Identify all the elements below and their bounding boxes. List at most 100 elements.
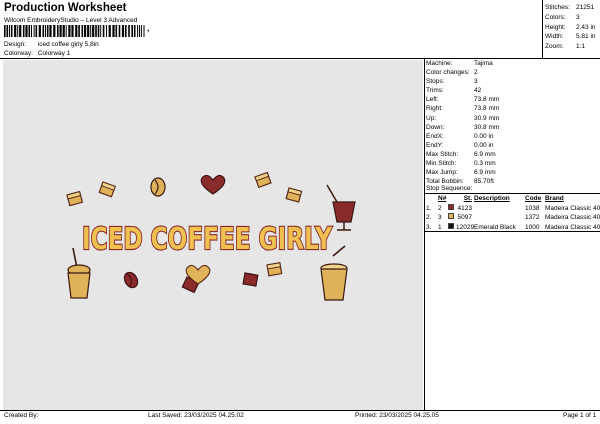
- header-code: Code: [525, 195, 542, 202]
- table-row: 1. 2 4123 1038 Madeira Classic 40: [426, 203, 600, 214]
- stats-panel: Stitches: 21251 Colors: 3 Height: 2.43 in Widt…: [545, 3, 596, 52]
- info-value: 3: [474, 78, 478, 86]
- stop-sequence-title: Stop Sequence:: [426, 185, 473, 192]
- info-label: Down:: [426, 123, 445, 131]
- coffee-bean-icon: [123, 271, 139, 289]
- info-value: 6.9 mm: [474, 150, 496, 158]
- stat-row: Zoom: 1:1: [545, 42, 596, 52]
- footer-last-saved: Last Saved: 23/03/2025 04.25.02: [148, 412, 244, 419]
- info-value: 73.8 mm: [474, 105, 500, 113]
- info-value: 73.8 mm: [474, 96, 500, 104]
- info-label: Right:: [426, 105, 443, 113]
- software-subtitle: Wilcom EmbroideryStudio – Level 3 Advanc…: [4, 17, 138, 24]
- info-value: 30.8 mm: [474, 123, 500, 131]
- seq-brand: Madeira Classic 40: [545, 214, 600, 221]
- info-divider: [424, 59, 425, 410]
- stop-sequence-table: N# St. Description Code Brand 1. 2 4123 103…: [426, 194, 600, 232]
- ice-cube-icon: [242, 272, 259, 287]
- design-label: Design:: [4, 41, 27, 48]
- info-value: 0.00 in: [474, 141, 494, 149]
- footer-page: Page 1 of 1: [563, 412, 597, 419]
- stat-label: Height:: [545, 23, 566, 31]
- stat-label: Colors:: [545, 13, 566, 21]
- ice-cube-icon: [98, 181, 116, 198]
- stat-value: 5.81 in: [576, 33, 596, 41]
- colorway-value: Colorway 1: [37, 50, 71, 57]
- colorway-row: Colorway: Colorway 1: [4, 50, 70, 57]
- machine-info-panel: Machine: Tajima Color changes: 2 Stops: 3 Trim…: [426, 59, 598, 186]
- barcode-suffix: ,: [147, 24, 150, 33]
- footer-printed: Printed: 23/03/2025 04.25.05: [355, 412, 439, 419]
- info-row: Left: 73.8 mm: [426, 95, 598, 104]
- header-divider: [542, 0, 543, 58]
- ice-cube-icon: [254, 171, 272, 189]
- thread-color-swatch: [448, 222, 454, 229]
- info-label: Color changes:: [426, 69, 470, 77]
- info-label: EndX:: [426, 132, 444, 140]
- stat-value: 1:1: [576, 43, 586, 51]
- table-row: 2. 3 5097 1372 Madeira Classic 40: [426, 213, 600, 223]
- info-value: 6.9 mm: [474, 169, 496, 177]
- header-brand: Brand: [545, 195, 564, 202]
- header-st: St.: [463, 195, 472, 202]
- ice-cube-icon: [266, 262, 283, 277]
- info-value: 2: [474, 69, 478, 77]
- info-label: Max Jump:: [426, 169, 458, 177]
- stop-sequence-end: [425, 231, 600, 232]
- info-label: Stops:: [426, 78, 445, 86]
- info-row: EndX: 0.00 in: [426, 132, 598, 141]
- info-label: Max Stitch:: [426, 150, 459, 158]
- embroidery-design: ICED COFFEE GIRLY: [66, 171, 356, 301]
- info-row: EndY: 0.00 in: [426, 141, 598, 150]
- heart-icon: [200, 174, 226, 195]
- seq-stitches: 4123: [457, 204, 472, 212]
- stat-label: Zoom:: [545, 43, 564, 51]
- design-row: Design: iced coffee girly 5,8in: [4, 41, 99, 48]
- seq-code: 1038: [525, 204, 540, 212]
- info-label: EndY:: [426, 141, 444, 149]
- seq-brand: Madeira Classic 40: [545, 204, 600, 212]
- info-value: 0.00 in: [474, 132, 494, 140]
- info-value: Tajima: [474, 60, 493, 67]
- stop-sequence-header: N# St. Description Code Brand: [426, 194, 600, 204]
- seq-needle: 2: [438, 204, 442, 212]
- header-n: N#: [438, 195, 447, 202]
- page-title: Production Worksheet: [4, 2, 127, 14]
- stat-row: Stitches: 21251: [545, 3, 596, 13]
- stat-row: Height: 2.43 in: [545, 23, 596, 33]
- info-row: Down: 30.8 mm: [426, 123, 598, 132]
- info-value: 85.70ft: [474, 178, 494, 186]
- info-value: 0.3 mm: [474, 160, 496, 168]
- info-label: Trims:: [426, 87, 444, 95]
- colorway-label: Colorway:: [4, 50, 33, 57]
- thread-color-swatch: [448, 213, 454, 219]
- info-row: Machine: Tajima: [426, 59, 598, 68]
- footer-created-by: Created By:: [4, 412, 39, 419]
- seq-index: 1.: [426, 204, 432, 212]
- stat-row: Width: 5.81 in: [545, 32, 596, 42]
- info-row: Max Stitch: 6.9 mm: [426, 150, 598, 159]
- design-text: ICED COFFEE GIRLY: [82, 222, 333, 257]
- ice-cube-icon: [285, 187, 303, 203]
- ice-cube-icon: [66, 190, 84, 207]
- info-row: Right: 73.8 mm: [426, 104, 598, 113]
- barcode: [4, 25, 145, 37]
- stat-label: Width:: [545, 33, 564, 41]
- stat-value: 3: [576, 13, 580, 21]
- seq-code: 1372: [525, 214, 540, 221]
- info-row: Min Stitch: 0.3 mm: [426, 159, 598, 168]
- seq-stitches: 5097: [457, 214, 472, 221]
- info-label: Machine:: [426, 60, 453, 67]
- seq-needle: 3: [438, 214, 442, 221]
- coffee-bean-icon: [150, 177, 166, 197]
- info-value: 30.9 mm: [474, 114, 500, 122]
- stat-value: 2.43 in: [576, 23, 596, 31]
- stat-row: Colors: 3: [545, 13, 596, 23]
- info-value: 42: [474, 87, 482, 95]
- color-swatch: [448, 213, 456, 223]
- info-row: Trims: 42: [426, 86, 598, 95]
- color-swatch: [448, 203, 456, 214]
- footer-separator: [0, 410, 600, 411]
- info-row: Max Jump: 6.9 mm: [426, 168, 598, 177]
- info-row: Stops: 3: [426, 77, 598, 86]
